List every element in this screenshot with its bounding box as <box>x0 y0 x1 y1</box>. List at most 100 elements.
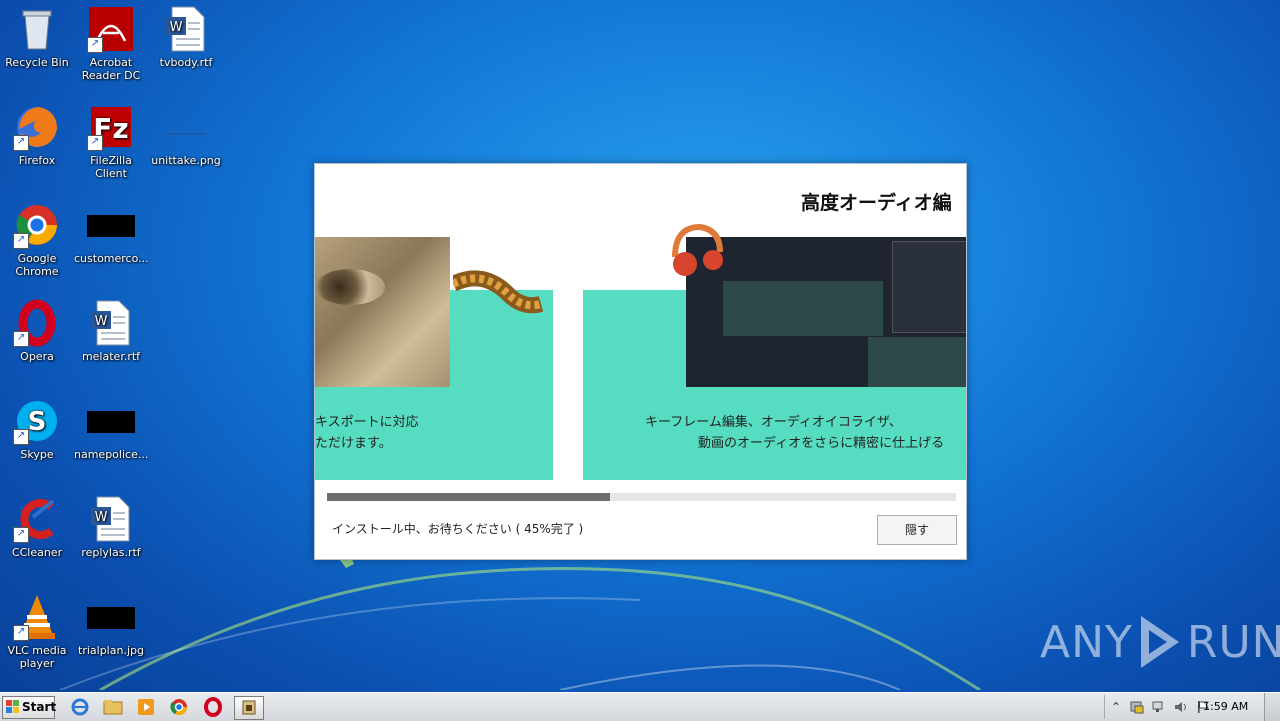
desktop-icon[interactable]: Wmelater.rtf <box>74 299 148 363</box>
start-label: Start <box>22 700 57 714</box>
ccleaner-icon: ↗ <box>13 495 61 543</box>
desktop-icon[interactable]: Fz ↗ FileZilla Client <box>74 103 148 180</box>
right-caption-line: 動画のオーディオをさらに精密に仕上げる <box>698 436 945 451</box>
volume-icon[interactable] <box>1173 699 1189 715</box>
desktop-icon[interactable]: ↗ CCleaner <box>0 495 74 559</box>
desktop-icon-label: Skype <box>20 448 54 461</box>
svg-text:S: S <box>28 407 47 437</box>
opera-icon: ↗ <box>13 299 61 347</box>
desktop-icon[interactable]: ↗ Google Chrome <box>0 201 74 278</box>
start-button[interactable]: Start <box>2 696 57 719</box>
film-strip-icon <box>453 270 543 314</box>
install-status-text: インストール中、お待ちください ( 45%完了 ) <box>332 522 584 536</box>
desktop-icon-label: FileZilla Client <box>90 154 132 180</box>
desktop-icon-label: trialplan.jpg <box>78 644 144 657</box>
network-icon[interactable] <box>1151 699 1167 715</box>
desktop-icon[interactable]: Wtvbody.rtf <box>149 5 223 69</box>
chrome-icon[interactable] <box>167 696 191 718</box>
firefox-icon: ↗ <box>13 103 61 151</box>
install-progress-fill <box>327 493 611 501</box>
filezilla-icon: Fz ↗ <box>87 103 135 151</box>
right-caption: キーフレーム編集、オーディオイコライザ、 動画のオーディオをさらに精密に仕上げる <box>645 412 966 454</box>
feature-photo <box>315 237 450 387</box>
installer-window: 高度オーディオ編 キスポートに対応 ただけます。 キーフレーム編集、オーディオイ… <box>314 163 967 560</box>
shortcut-arrow-icon: ↗ <box>13 527 29 543</box>
black-file-icon <box>87 201 135 249</box>
left-caption-line: ただけます。 <box>315 436 392 451</box>
headphones-icon <box>672 223 723 276</box>
shortcut-arrow-icon: ↗ <box>13 429 29 445</box>
black-file-icon <box>87 593 135 641</box>
desktop-icon[interactable]: customerco... <box>74 201 149 265</box>
desktop-icon[interactable]: ↗ Opera <box>0 299 74 363</box>
hide-button[interactable]: 隠す <box>877 515 957 545</box>
desktop-icon-label: unittake.png <box>151 154 221 167</box>
word-doc-icon: W <box>162 5 210 53</box>
desktop-icon-label: Opera <box>20 350 54 363</box>
desktop-icon[interactable]: namepolice... <box>74 397 148 461</box>
svg-text:W: W <box>170 20 183 35</box>
installer-app-icon[interactable] <box>234 696 264 720</box>
windows-logo-icon <box>6 700 19 713</box>
install-progress-bar <box>327 493 956 501</box>
action-center-icon[interactable] <box>1129 699 1145 715</box>
clock[interactable]: 1:59 AM <box>1203 700 1248 713</box>
audio-waveform-track <box>723 281 883 336</box>
shortcut-arrow-icon: ↗ <box>13 135 29 151</box>
svg-text:W: W <box>95 510 108 525</box>
opera-icon[interactable] <box>201 696 225 718</box>
desktop-icon[interactable]: S ↗ Skype <box>0 397 74 461</box>
audio-editor-preview <box>686 237 966 387</box>
recycle-bin-icon <box>13 5 61 53</box>
desktop-icon-label: VLC media player <box>7 644 67 670</box>
desktop-icon-label: tvbody.rtf <box>159 56 213 69</box>
shortcut-arrow-icon: ↗ <box>13 625 29 641</box>
anyrun-watermark: ANY RUN <box>1040 612 1280 672</box>
desktop-icon-label: replylas.rtf <box>81 546 141 559</box>
word-doc-icon: W <box>87 299 135 347</box>
explorer-folder-icon[interactable] <box>101 696 125 718</box>
shortcut-arrow-icon: ↗ <box>87 37 103 53</box>
internet-explorer-icon[interactable] <box>68 696 92 718</box>
desktop-icon-label: Recycle Bin <box>5 56 69 69</box>
desktop-icon-label: Firefox <box>18 154 56 167</box>
acrobat-icon: ↗ <box>87 5 135 53</box>
left-caption-line: キスポートに対応 <box>315 415 419 430</box>
slide-title: 高度オーディオ編 <box>801 192 952 214</box>
desktop-icon[interactable]: Recycle Bin <box>0 5 74 69</box>
desktop-icon-label: Acrobat Reader DC <box>81 56 141 82</box>
audio-settings-panel <box>892 241 966 333</box>
vlc-icon: ↗ <box>13 593 61 641</box>
shortcut-arrow-icon: ↗ <box>13 233 29 249</box>
desktop-icon-label: customerco... <box>74 252 149 265</box>
watermark-any: ANY <box>1040 616 1133 668</box>
skype-icon: S ↗ <box>13 397 61 445</box>
word-doc-icon: W <box>87 495 135 543</box>
tray-expand-icon[interactable]: ⌃ <box>1108 699 1124 715</box>
desktop-icon[interactable]: trialplan.jpg <box>74 593 148 657</box>
show-desktop-button[interactable] <box>1264 693 1280 721</box>
desktop-icon-label: melater.rtf <box>81 350 141 363</box>
left-caption: キスポートに対応 ただけます。 <box>315 412 553 454</box>
audio-waveform-track <box>868 337 966 387</box>
shortcut-arrow-icon: ↗ <box>87 135 103 151</box>
eye-image <box>315 269 385 305</box>
desktop-icon[interactable]: unittake.png <box>149 103 223 167</box>
desktop-icon-label: Google Chrome <box>15 252 59 278</box>
desktop-icon[interactable]: ↗ Acrobat Reader DC <box>74 5 148 82</box>
svg-text:W: W <box>95 314 108 329</box>
right-caption-line: キーフレーム編集、オーディオイコライザ、 <box>645 415 902 430</box>
media-player-icon[interactable] <box>134 696 158 718</box>
image-file-icon <box>162 103 210 151</box>
desktop-icon[interactable]: Wreplylas.rtf <box>74 495 148 559</box>
desktop-icon-label: namepolice... <box>74 448 149 461</box>
desktop-icon-label: CCleaner <box>11 546 63 559</box>
desktop-icon[interactable]: ↗ Firefox <box>0 103 74 167</box>
chrome-icon: ↗ <box>13 201 61 249</box>
play-logo-icon <box>1140 616 1179 668</box>
black-file-icon <box>87 397 135 445</box>
shortcut-arrow-icon: ↗ <box>13 331 29 347</box>
desktop-icon[interactable]: ↗ VLC media player <box>0 593 74 670</box>
taskbar: Start ⌃ 1:59 AM <box>0 692 1280 721</box>
watermark-run: RUN <box>1186 616 1280 668</box>
